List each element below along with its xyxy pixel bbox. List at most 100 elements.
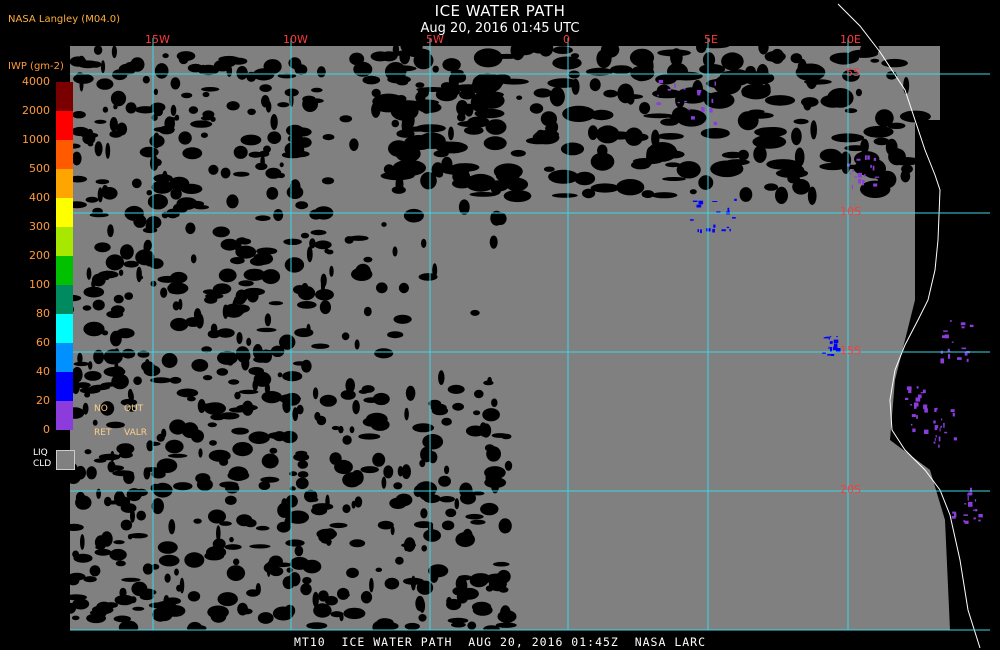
clear-sky-patch <box>516 95 523 100</box>
clear-sky-patch <box>302 95 316 103</box>
clear-sky-patch <box>176 388 199 398</box>
ice-pixel <box>700 229 702 234</box>
ice-pixel <box>905 397 909 400</box>
clear-sky-patch <box>590 183 620 193</box>
clear-sky-patch <box>764 95 796 106</box>
clear-sky-patch <box>416 87 450 92</box>
clear-sky-patch <box>123 260 139 268</box>
clear-sky-patch <box>451 622 466 628</box>
clear-sky-patch <box>149 134 165 148</box>
ice-pixel <box>933 441 936 444</box>
clear-sky-patch <box>401 464 411 480</box>
ice-pixel <box>973 517 976 520</box>
clear-sky-patch <box>123 470 135 484</box>
clear-sky-patch <box>188 106 199 114</box>
ice-pixel <box>913 402 919 407</box>
clear-sky-patch <box>497 610 517 623</box>
clear-sky-patch <box>600 41 620 58</box>
clear-sky-patch <box>294 545 304 557</box>
ice-pixel <box>677 101 680 104</box>
colorbar-swatch <box>56 314 73 343</box>
clear-sky-patch <box>384 577 400 590</box>
clear-sky-patch <box>691 91 713 101</box>
clear-sky-patch <box>311 343 330 349</box>
clear-sky-patch <box>257 612 274 624</box>
clear-sky-patch <box>83 576 97 583</box>
clear-sky-patch <box>149 155 159 171</box>
ice-pixel <box>944 431 948 434</box>
clear-sky-patch <box>763 83 771 96</box>
clear-sky-patch <box>279 334 296 350</box>
clear-sky-patch <box>193 205 209 210</box>
clear-sky-patch <box>225 544 234 550</box>
ice-pixel <box>906 386 912 390</box>
clear-sky-patch <box>756 64 769 81</box>
ice-pixel <box>713 224 716 228</box>
clear-sky-patch <box>415 82 425 88</box>
clear-sky-patch <box>702 52 716 68</box>
clear-sky-patch <box>454 498 460 510</box>
colorbar-swatch <box>56 82 73 111</box>
clear-sky-patch <box>167 453 188 458</box>
clear-sky-patch <box>252 379 258 392</box>
clear-sky-patch <box>361 385 375 393</box>
ice-pixel <box>974 499 977 502</box>
colorbar-tick-label: 100 <box>29 278 50 291</box>
clear-sky-patch <box>224 495 237 505</box>
clear-sky-patch <box>121 348 136 359</box>
clear-sky-patch <box>100 60 106 74</box>
clear-sky-patch <box>208 164 219 175</box>
clear-sky-patch <box>268 301 284 306</box>
clear-sky-patch <box>198 448 203 458</box>
clear-sky-patch <box>537 129 545 136</box>
clear-sky-patch <box>489 235 498 249</box>
clear-sky-patch <box>170 271 188 284</box>
ice-pixel <box>708 86 710 88</box>
clear-sky-patch <box>700 128 730 139</box>
ice-pixel <box>872 165 875 171</box>
ice-pixel <box>940 425 942 428</box>
clear-sky-patch <box>396 129 415 138</box>
clear-sky-patch <box>240 134 262 146</box>
clear-sky-patch <box>372 620 389 634</box>
clear-sky-patch <box>94 119 107 124</box>
clear-sky-patch <box>494 212 507 226</box>
clear-sky-patch <box>540 111 558 127</box>
clear-sky-patch <box>231 427 249 435</box>
clear-sky-patch <box>321 539 332 544</box>
clear-sky-patch <box>395 556 404 565</box>
clear-sky-patch <box>75 382 91 389</box>
clear-sky-patch <box>383 164 395 175</box>
clear-sky-patch <box>330 611 344 618</box>
no-ret-label-top: NO <box>94 404 108 414</box>
clear-sky-patch <box>148 602 169 609</box>
satellite-map <box>0 0 1000 650</box>
ice-pixel <box>952 412 955 417</box>
clear-sky-patch <box>346 567 359 579</box>
ice-pixel <box>857 172 862 178</box>
clear-sky-patch <box>263 145 271 153</box>
clear-sky-patch <box>156 433 165 442</box>
lon-label-10e: 10E <box>840 33 861 46</box>
clear-sky-patch <box>260 154 265 169</box>
clear-sky-patch <box>73 361 90 367</box>
clear-sky-patch <box>178 54 189 65</box>
clear-sky-patch <box>393 314 412 324</box>
clear-sky-patch <box>243 268 266 281</box>
ice-pixel <box>850 172 852 175</box>
clear-sky-patch <box>629 48 655 67</box>
clear-sky-patch <box>362 75 381 85</box>
colorbar-tick-label: 300 <box>29 220 50 233</box>
ice-pixel <box>698 200 704 205</box>
clear-sky-patch <box>263 562 279 574</box>
clear-sky-patch <box>193 308 202 322</box>
clear-sky-patch <box>95 545 106 550</box>
clear-sky-patch <box>791 127 802 146</box>
clear-sky-patch <box>255 525 270 531</box>
clear-sky-patch <box>457 575 472 581</box>
clear-sky-patch <box>204 402 226 415</box>
ice-pixel <box>933 420 936 424</box>
clear-sky-patch <box>552 56 582 70</box>
ice-pixel <box>825 336 831 338</box>
clear-sky-patch <box>267 131 282 144</box>
